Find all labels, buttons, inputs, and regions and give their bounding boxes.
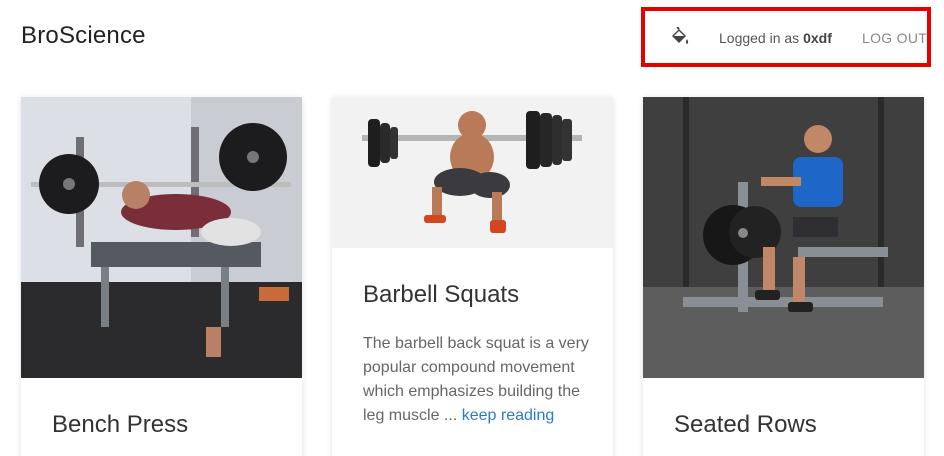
barbell-squats-image[interactable] bbox=[332, 97, 613, 248]
username: 0xdf bbox=[803, 30, 832, 46]
card-seated-rows[interactable]: Seated Rows bbox=[643, 97, 924, 456]
logged-in-status: Logged in as 0xdf bbox=[719, 30, 832, 46]
bench-press-image[interactable] bbox=[21, 97, 302, 378]
card-title[interactable]: Seated Rows bbox=[674, 411, 817, 439]
logged-in-prefix: Logged in as bbox=[719, 30, 800, 46]
site-brand[interactable]: BroScience bbox=[21, 22, 146, 50]
page: BroScience Logged in as 0xdf LOG OUT Ben… bbox=[0, 0, 944, 456]
card-description: The barbell back squat is a very popular… bbox=[363, 332, 589, 428]
card-bench-press[interactable]: Bench Press bbox=[21, 97, 302, 456]
keep-reading-link[interactable]: keep reading bbox=[462, 407, 555, 424]
card-barbell-squats[interactable]: Barbell Squats The barbell back squat is… bbox=[332, 97, 613, 456]
paint-bucket-icon[interactable] bbox=[669, 26, 691, 47]
seated-rows-image[interactable] bbox=[643, 97, 924, 378]
card-title[interactable]: Bench Press bbox=[52, 411, 188, 439]
card-title[interactable]: Barbell Squats bbox=[363, 281, 519, 309]
logout-link[interactable]: LOG OUT bbox=[862, 30, 927, 46]
